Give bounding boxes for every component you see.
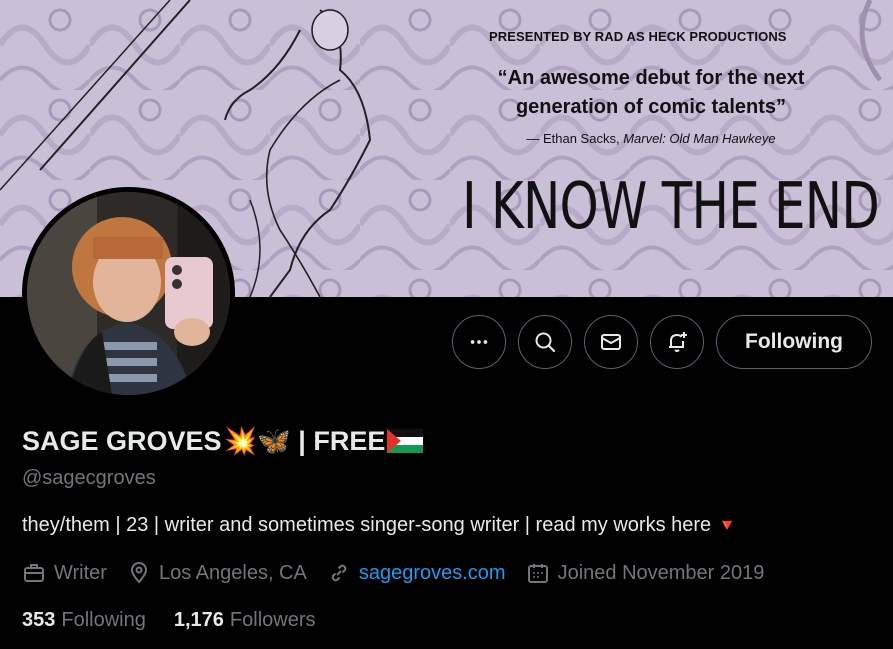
more-button[interactable] bbox=[452, 315, 506, 369]
notifications-button[interactable] bbox=[650, 315, 704, 369]
bio-emoji: 🔻 bbox=[716, 516, 738, 535]
more-horizontal-icon bbox=[470, 340, 488, 344]
name-emojis: 💥🦋 bbox=[223, 426, 291, 456]
banner-quote: “An awesome debut for the next generatio… bbox=[497, 67, 805, 118]
following-count-link[interactable]: 353 Following bbox=[22, 609, 146, 632]
profile-stats: 353 Following 1,176 Followers bbox=[22, 609, 344, 632]
profile-meta: Writer Los Angeles, CA sagegroves.com Jo… bbox=[22, 561, 784, 585]
briefcase-icon bbox=[24, 564, 44, 582]
calendar-icon bbox=[527, 564, 548, 583]
profile-avatar[interactable] bbox=[22, 187, 235, 400]
bio-text: they/them | 23 | writer and sometimes si… bbox=[22, 514, 712, 536]
banner-attribution: — Ethan Sacks, Marvel: Old Man Hawkeye bbox=[526, 131, 776, 146]
profession: Writer bbox=[22, 561, 107, 585]
bell-plus-icon bbox=[669, 332, 687, 352]
message-button[interactable] bbox=[584, 315, 638, 369]
followers-count-link[interactable]: 1,176 Followers bbox=[174, 609, 316, 632]
profile-bio: they/them | 23 | writer and sometimes si… bbox=[22, 514, 738, 537]
envelope-icon bbox=[601, 334, 621, 350]
banner-book-title: I KNOW THE END bbox=[462, 170, 880, 244]
display-name-text: SAGE GROVES bbox=[22, 425, 222, 456]
profile-handle: @sagecgroves bbox=[22, 467, 156, 489]
join-date: Joined November 2019 bbox=[526, 561, 764, 585]
search-profile-button[interactable] bbox=[518, 315, 572, 369]
banner-presented-by: PRESENTED BY RAD AS HECK PRODUCTIONS bbox=[489, 29, 787, 44]
location-pin-icon bbox=[130, 562, 147, 584]
palestine-flag-icon bbox=[387, 429, 424, 453]
display-name: SAGE GROVES 💥🦋 | FREE bbox=[22, 425, 424, 457]
avatar-photo bbox=[27, 192, 230, 395]
search-icon bbox=[535, 332, 556, 353]
website-link[interactable]: sagegroves.com bbox=[359, 562, 506, 585]
following-button[interactable]: Following bbox=[716, 315, 872, 369]
display-name-suffix: | FREE bbox=[290, 425, 386, 456]
location: Los Angeles, CA bbox=[127, 561, 307, 585]
website[interactable]: sagegroves.com bbox=[327, 561, 506, 585]
link-icon bbox=[331, 564, 347, 582]
